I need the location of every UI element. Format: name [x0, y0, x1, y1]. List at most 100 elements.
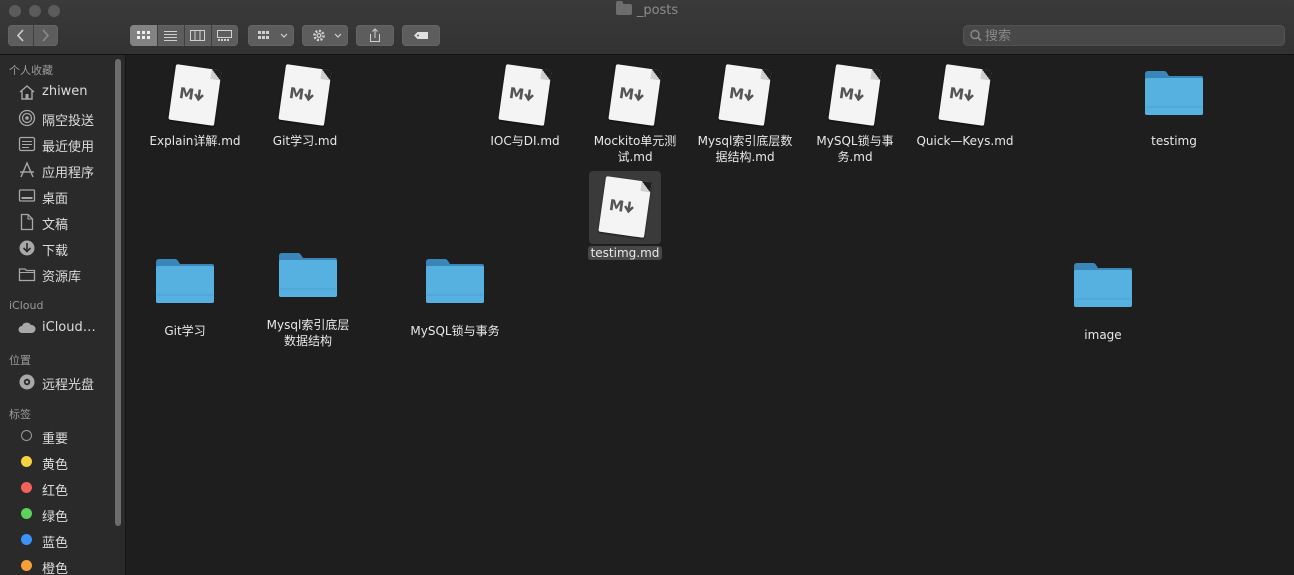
file-item[interactable]: M MySQL锁与事 务.md: [800, 63, 910, 173]
icon-view-icon[interactable]: [130, 25, 157, 46]
sidebar-item-label: 蓝色: [42, 536, 69, 551]
sidebar-item-airdrop[interactable]: 隔空投送: [0, 106, 112, 130]
markdown-file-icon: M: [938, 64, 992, 126]
folder-name: image: [1084, 328, 1122, 342]
search-field[interactable]: [963, 25, 1285, 48]
file-name: testimg.md: [570, 245, 680, 261]
file-item[interactable]: M Quick—Keys.md: [910, 63, 1020, 153]
applications-icon: [20, 161, 34, 178]
svg-text:M: M: [948, 84, 965, 104]
airdrop-icon: [18, 109, 36, 127]
sidebar-item-label: 最近使用: [42, 140, 95, 155]
folder-name: MySQL锁与事务: [410, 324, 500, 338]
folder-item[interactable]: testimg: [1119, 69, 1229, 155]
edit-tags-button[interactable]: [402, 25, 440, 46]
sidebar-item-label: 重要: [42, 432, 69, 447]
folder-name: Mysql索引底层 数据结构: [266, 318, 350, 348]
sidebar-tag-important[interactable]: 重要: [0, 424, 112, 448]
sidebar-tag-blue[interactable]: 蓝色: [0, 528, 112, 552]
file-item-selected[interactable]: M testimg.md: [580, 170, 690, 265]
sidebar-item-label: 资源库: [42, 270, 82, 285]
sidebar-item-label: 红色: [42, 484, 69, 499]
folder-icon: [1074, 263, 1132, 307]
search-input[interactable]: [983, 25, 1282, 48]
file-item[interactable]: M IOC与DI.md: [470, 63, 580, 153]
sidebar-scrollbar[interactable]: [115, 59, 121, 526]
sidebar-item-label: iCloud…: [42, 320, 96, 335]
svg-text:M: M: [618, 84, 635, 104]
window-toolbar: _posts: [0, 0, 1294, 55]
zoom-window-button[interactable]: [48, 5, 60, 17]
sidebar: 个人收藏 zhiwen 隔空投送 最近使用 应用程序 桌面 文稿 下载 资源库 …: [0, 55, 126, 575]
close-window-button[interactable]: [9, 5, 21, 17]
share-button[interactable]: [356, 25, 394, 46]
sidebar-item-applications[interactable]: 应用程序: [0, 158, 112, 182]
gallery-view-icon[interactable]: [211, 25, 238, 46]
sidebar-section-favorites: 个人收藏: [9, 64, 53, 77]
tag-dot-icon: [21, 430, 32, 441]
sidebar-item-home[interactable]: zhiwen: [0, 80, 112, 104]
markdown-file-icon: M: [828, 64, 882, 126]
sidebar-item-label: 远程光盘: [42, 378, 95, 393]
file-item[interactable]: M Mysql索引底层数 据结构.md: [690, 63, 800, 173]
sidebar-tag-red[interactable]: 红色: [0, 476, 112, 500]
sidebar-item-downloads[interactable]: 下载: [0, 236, 112, 260]
sidebar-tag-green[interactable]: 绿色: [0, 502, 112, 526]
sidebar-item-label: 桌面: [42, 192, 69, 207]
window-title: _posts: [0, 1, 1294, 18]
folder-name: testimg: [1151, 134, 1197, 148]
list-view-icon[interactable]: [157, 25, 184, 46]
folder-icon: [426, 259, 484, 303]
sidebar-tag-orange[interactable]: 橙色: [0, 554, 112, 575]
sidebar-item-label: 文稿: [42, 218, 69, 233]
sidebar-item-label: 黄色: [42, 458, 69, 473]
folder-icon: [1145, 71, 1203, 115]
markdown-file-icon: M: [718, 64, 772, 126]
svg-text:M: M: [508, 84, 525, 104]
file-item[interactable]: M Explain详解.md: [140, 63, 250, 153]
markdown-file-icon: M: [498, 64, 552, 126]
folder-icon: [279, 253, 337, 297]
sidebar-section-tags: 标签: [9, 408, 31, 421]
sidebar-item-remote-disc[interactable]: 远程光盘: [0, 370, 112, 394]
file-name: IOC与DI.md: [490, 134, 560, 148]
folder-item[interactable]: Git学习: [130, 257, 240, 343]
file-item[interactable]: M Git学习.md: [250, 63, 360, 153]
markdown-file-icon: M: [168, 64, 222, 126]
forward-icon[interactable]: [33, 25, 58, 46]
svg-text:M: M: [288, 84, 305, 104]
svg-text:M: M: [608, 196, 625, 216]
sidebar-item-desktop[interactable]: 桌面: [0, 184, 112, 208]
file-icon-view: M Explain详解.md M Git学习.md M IOC与DI.md M …: [126, 55, 1294, 575]
sidebar-item-documents[interactable]: 文稿: [0, 210, 112, 234]
folder-item[interactable]: Mysql索引底层 数据结构: [253, 251, 363, 351]
minimize-window-button[interactable]: [29, 5, 41, 17]
sidebar-item-label: 橙色: [42, 562, 69, 575]
group-by-button[interactable]: [248, 25, 294, 46]
file-item[interactable]: M Mockito单元测 试.md: [580, 63, 690, 173]
sidebar-item-label: zhiwen: [42, 84, 88, 99]
sidebar-item-library[interactable]: 资源库: [0, 262, 112, 286]
library-folder-icon: [18, 268, 36, 282]
action-menu-button[interactable]: [302, 25, 348, 46]
folder-item[interactable]: MySQL锁与事务: [400, 257, 510, 343]
folder-name: Git学习: [164, 324, 206, 338]
sidebar-item-label: 隔空投送: [42, 114, 95, 129]
sidebar-item-recents[interactable]: 最近使用: [0, 132, 112, 156]
sidebar-tag-yellow[interactable]: 黄色: [0, 450, 112, 474]
file-name: MySQL锁与事 务.md: [816, 134, 894, 164]
sidebar-section-icloud: iCloud: [9, 299, 44, 312]
sidebar-item-label: 应用程序: [42, 166, 95, 181]
sidebar-item-icloud-drive[interactable]: iCloud…: [0, 316, 112, 340]
back-forward-control: [8, 25, 58, 46]
back-icon[interactable]: [8, 25, 33, 46]
home-icon: [19, 85, 35, 100]
folder-item[interactable]: image: [1048, 261, 1158, 347]
action-gear-icon: [313, 29, 342, 42]
file-name: Mysql索引底层数 据结构.md: [697, 134, 793, 164]
file-name: Mockito单元测 试.md: [593, 134, 677, 164]
group-icon: [258, 31, 288, 39]
sidebar-section-locations: 位置: [9, 354, 31, 367]
tag-dot-icon: [21, 508, 32, 519]
column-view-icon[interactable]: [184, 25, 211, 46]
